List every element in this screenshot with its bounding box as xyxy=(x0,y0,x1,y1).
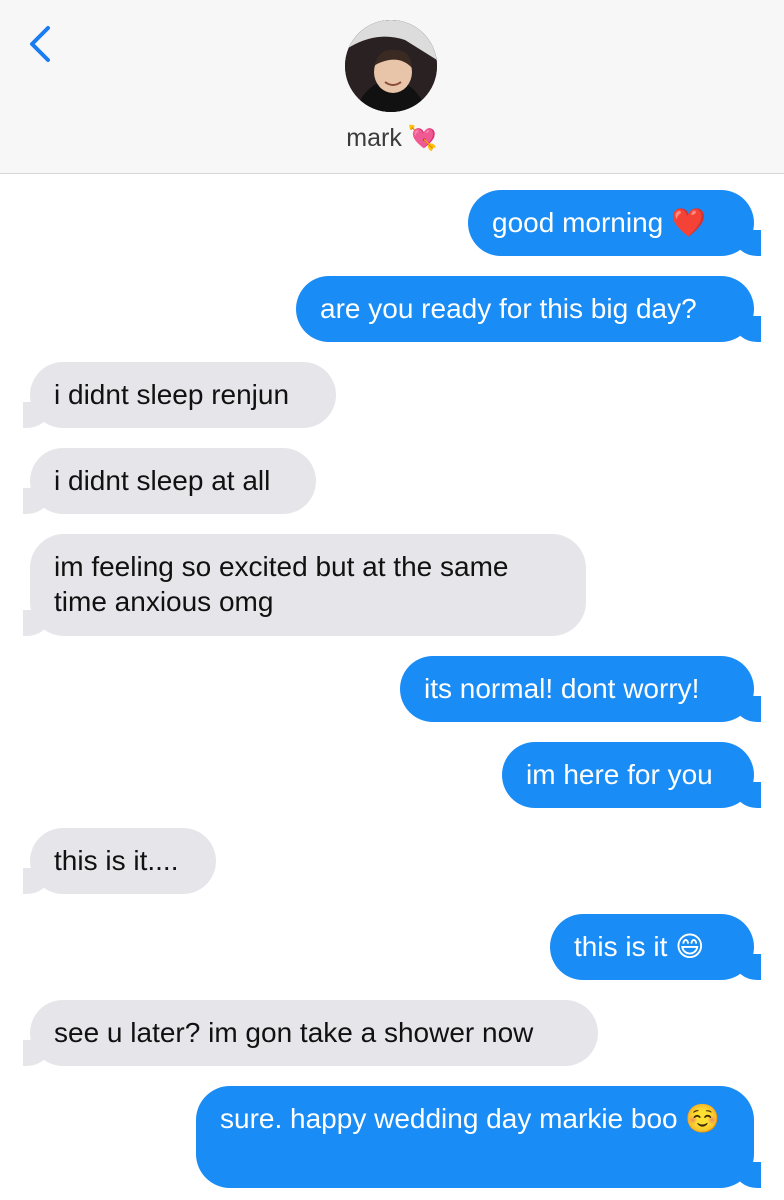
message-thread: good morning ❤️ are you ready for this b… xyxy=(0,174,784,1200)
message-text: see u later? im gon take a shower now xyxy=(54,1017,534,1048)
message-bubble-sent[interactable]: are you ready for this big day? xyxy=(296,276,761,342)
message-text: im feeling so excited but at the same ti… xyxy=(54,551,509,617)
message-bubble-sent[interactable]: good morning ❤️ xyxy=(468,190,761,256)
message-text: this is it.... xyxy=(54,845,179,876)
smiling-face-icon: ☺️ xyxy=(685,1103,721,1134)
chevron-left-icon[interactable] xyxy=(22,22,56,66)
avatar-photo xyxy=(345,20,437,112)
message-bubble-received[interactable]: im feeling so excited but at the same ti… xyxy=(23,534,586,636)
contact-avatar[interactable] xyxy=(345,20,437,112)
message-bubble-received[interactable]: this is it.... xyxy=(23,828,216,894)
message-text: are you ready for this big day? xyxy=(320,293,697,324)
heart-arrow-icon: 💘 xyxy=(407,125,438,152)
message-bubble-sent[interactable]: sure. happy wedding day markie boo ☺️ xyxy=(196,1086,761,1188)
contact-name-text: mark xyxy=(346,124,402,152)
message-text: sure. happy wedding day markie boo xyxy=(220,1103,678,1134)
message-bubble-sent[interactable]: im here for you xyxy=(502,742,761,808)
message-bubble-received[interactable]: i didnt sleep at all xyxy=(23,448,316,514)
message-text: this is it xyxy=(574,931,668,962)
contact-name[interactable]: mark 💘 xyxy=(0,124,784,153)
message-bubble-received[interactable]: i didnt sleep renjun xyxy=(23,362,336,428)
message-bubble-received[interactable]: see u later? im gon take a shower now xyxy=(23,1000,598,1066)
message-text: i didnt sleep renjun xyxy=(54,379,290,410)
message-text: good morning xyxy=(492,207,664,238)
conversation-header: mark 💘 xyxy=(0,0,784,174)
message-text: its normal! dont worry! xyxy=(424,673,700,704)
message-bubble-sent[interactable]: its normal! dont worry! xyxy=(400,656,761,722)
grinning-face-icon: 😄 xyxy=(675,931,705,962)
heart-icon: ❤️ xyxy=(671,207,706,238)
message-text: i didnt sleep at all xyxy=(54,465,271,496)
message-bubble-sent[interactable]: this is it 😄 xyxy=(550,914,761,980)
message-text: im here for you xyxy=(526,759,713,790)
